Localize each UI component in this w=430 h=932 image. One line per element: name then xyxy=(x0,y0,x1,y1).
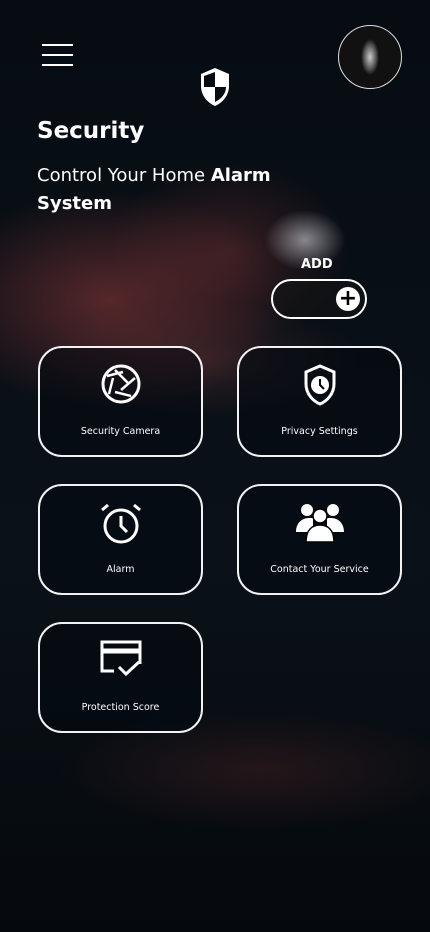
card-label: Privacy Settings xyxy=(281,426,358,437)
alarm-clock-icon xyxy=(100,503,141,544)
card-security-camera[interactable]: Security Camera xyxy=(38,346,203,457)
shield-logo-icon xyxy=(201,68,229,106)
subtitle-text: Control Your Home xyxy=(37,165,211,186)
card-label: Contact Your Service xyxy=(270,564,369,575)
card-label: Alarm xyxy=(106,564,135,575)
card-alarm[interactable]: Alarm xyxy=(38,484,203,595)
card-label: Security Camera xyxy=(80,426,161,437)
avatar[interactable] xyxy=(338,25,402,89)
add-label: ADD xyxy=(301,257,333,272)
card-check-icon xyxy=(100,640,141,677)
users-icon xyxy=(295,504,344,543)
card-contact-service[interactable]: Contact Your Service xyxy=(237,484,402,595)
camera-aperture-icon xyxy=(101,364,140,404)
card-privacy-settings[interactable]: Privacy Settings xyxy=(237,346,402,457)
page-subtitle: Control Your Home Alarm System xyxy=(37,162,297,218)
page-title: Security xyxy=(37,118,145,144)
add-button[interactable]: + xyxy=(271,279,367,319)
card-protection-score[interactable]: Protection Score xyxy=(38,622,203,733)
shield-clock-icon xyxy=(304,364,335,406)
card-label: Protection Score xyxy=(81,702,160,713)
plus-icon: + xyxy=(336,287,360,311)
hamburger-menu-icon[interactable] xyxy=(42,44,73,66)
